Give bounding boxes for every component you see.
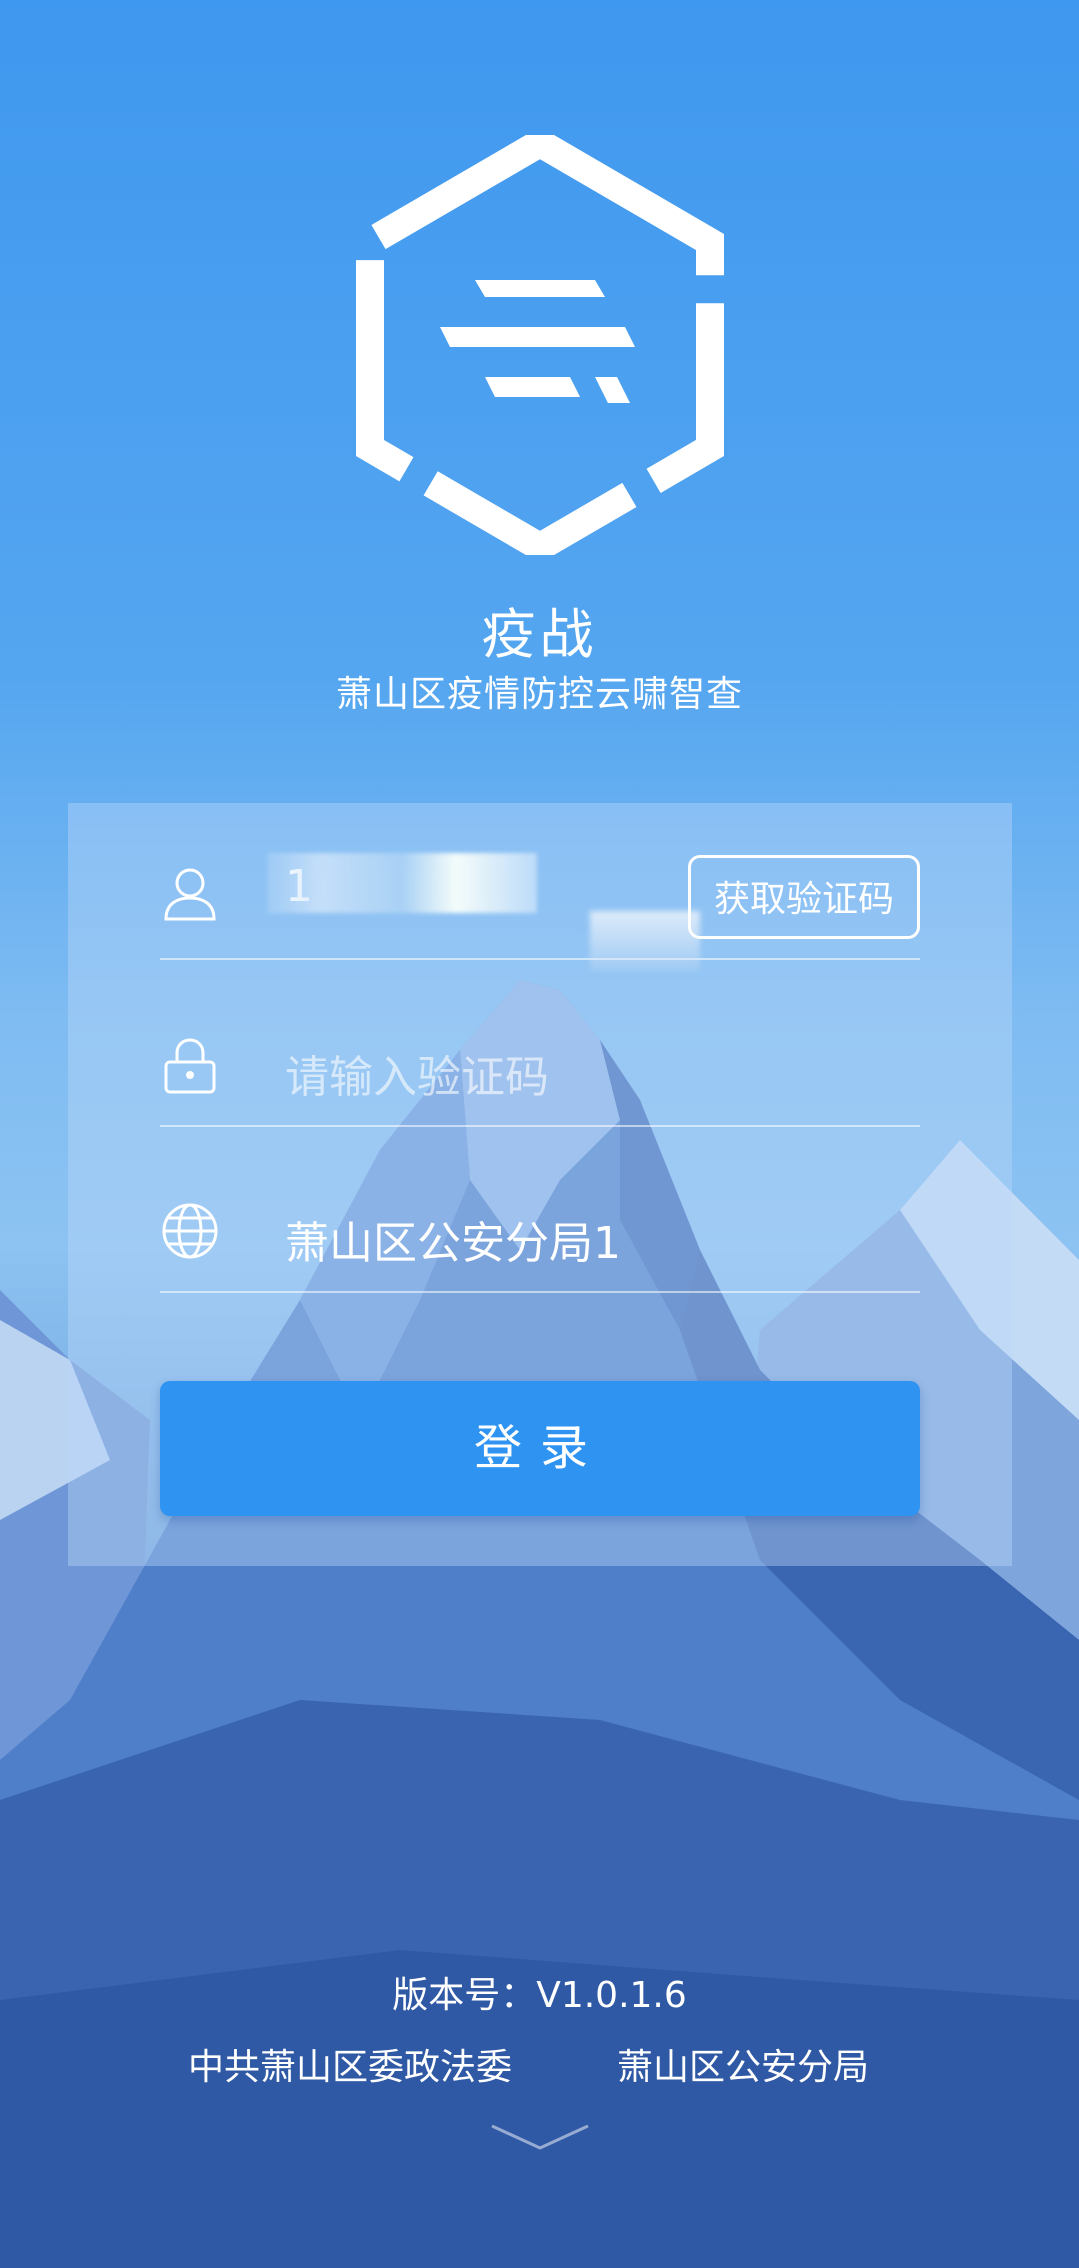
app-title: 疫战 (481, 603, 598, 666)
org-right-label: 萧山区公安分局 (617, 2047, 870, 2088)
user-icon (164, 868, 216, 921)
code-input-placeholder[interactable]: 请输入验证码 (285, 1041, 549, 1105)
code-field[interactable]: 请输入验证码 (160, 975, 920, 1127)
app-subtitle: 萧山区疫情防控云啸智查 (335, 674, 743, 715)
chevron-down-icon[interactable] (488, 2122, 592, 2152)
app-logo (356, 135, 724, 555)
lock-icon (164, 1038, 216, 1094)
phone-redaction-tail (590, 911, 700, 971)
globe-icon (162, 1203, 218, 1259)
org-left-label: 中共萧山区委政法委 (188, 2047, 513, 2088)
version-label: 版本号：V1.0.1.6 (392, 1975, 687, 2016)
phone-redaction (267, 853, 537, 913)
get-code-button[interactable]: 获取验证码 (688, 855, 920, 939)
unit-field[interactable]: 萧山区公安分局1 (160, 1141, 920, 1293)
unit-select-value[interactable]: 萧山区公安分局1 (285, 1207, 621, 1271)
login-button[interactable]: 登录 (160, 1381, 920, 1516)
